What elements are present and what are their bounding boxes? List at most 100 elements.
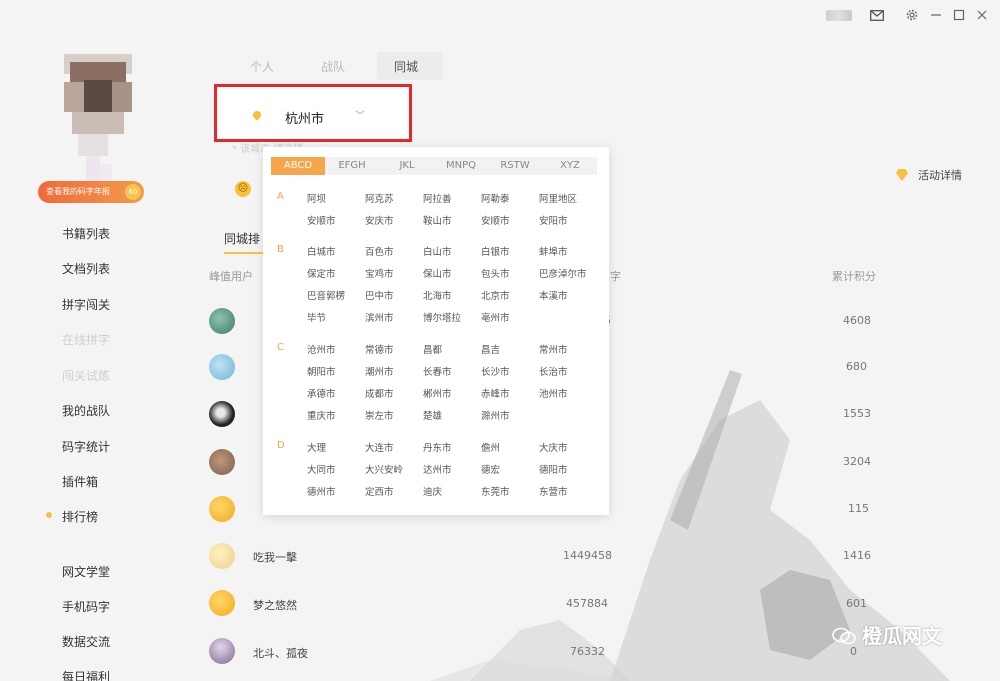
city-option[interactable]: 毕节 [307,310,326,324]
city-option[interactable]: 安庆市 [365,213,394,227]
tab-personal[interactable]: 个人 [250,58,274,75]
user-avatar[interactable] [209,638,235,664]
sidebar-item-spelling-challenge[interactable]: 拼字闯关 [62,296,110,313]
avatar[interactable] [64,54,132,192]
user-avatar[interactable] [209,308,235,334]
city-option[interactable]: 保山市 [423,266,452,280]
city-option[interactable]: 常德市 [365,342,394,356]
city-option[interactable]: 长春市 [423,364,452,378]
city-option[interactable]: 东莞市 [481,484,510,498]
sidebar-item-books[interactable]: 书籍列表 [62,225,110,242]
city-option[interactable]: 崇左市 [365,408,394,422]
city-option[interactable]: 阿坝 [307,191,326,205]
city-option[interactable]: 长治市 [539,364,568,378]
city-option[interactable]: 池州市 [539,386,568,400]
user-avatar[interactable] [209,590,235,616]
maximize-icon[interactable] [949,5,969,25]
city-option[interactable]: 巴中市 [365,288,394,302]
city-option[interactable]: 迪庆 [423,484,442,498]
city-option[interactable]: 常州市 [539,342,568,356]
city-option[interactable]: 包头市 [481,266,510,280]
city-option[interactable]: 丹东市 [423,440,452,454]
city-option[interactable]: 宝鸡市 [365,266,394,280]
city-option[interactable]: 阿拉善 [423,191,452,205]
dropdown-tab-rstw[interactable]: RSTW [488,157,542,175]
dropdown-tab-abcd[interactable]: ABCD [271,157,325,175]
city-option[interactable]: 白城市 [307,244,336,258]
city-option[interactable]: 郴州市 [423,386,452,400]
city-option[interactable]: 白银市 [481,244,510,258]
city-option[interactable]: 安顺市 [481,213,510,227]
tab-team[interactable]: 战队 [321,58,345,75]
city-option[interactable]: 大兴安岭 [365,462,403,476]
city-option[interactable]: 安阳市 [539,213,568,227]
city-option[interactable]: 亳州市 [481,310,510,324]
dropdown-tab-efgh[interactable]: EFGH [325,157,379,175]
city-option[interactable]: 达州市 [423,462,452,476]
city-option[interactable]: 赤峰市 [481,386,510,400]
sidebar-item-ranking[interactable]: 排行榜 [62,508,98,525]
city-option[interactable]: 保定市 [307,266,336,280]
mail-icon[interactable] [867,5,887,25]
city-option[interactable]: 白山市 [423,244,452,258]
city-option[interactable]: 阿勒泰 [481,191,510,205]
user-avatar[interactable] [209,543,235,569]
city-option[interactable]: 北海市 [423,288,452,302]
sidebar-item-data-exchange[interactable]: 数据交流 [62,633,110,650]
tab-same-city[interactable]: 同城 [394,58,418,75]
city-option[interactable]: 北京市 [481,288,510,302]
city-option[interactable]: 本溪市 [539,288,568,302]
city-option[interactable]: 承德市 [307,386,336,400]
sidebar-item-online-spelling[interactable]: 在线拼字 [62,331,110,348]
city-option[interactable]: 朝阳市 [307,364,336,378]
user-avatar[interactable] [209,496,235,522]
user-avatar[interactable] [209,449,235,475]
gear-icon[interactable] [902,5,922,25]
city-option[interactable]: 百色市 [365,244,394,258]
user-avatar[interactable] [209,401,235,427]
city-option[interactable]: 阿里地区 [539,191,577,205]
city-option[interactable]: 德宏 [481,462,500,476]
city-option[interactable]: 滨州市 [365,310,394,324]
city-option[interactable]: 巴彦淖尔市 [539,266,587,280]
city-option[interactable]: 博尔塔拉 [423,310,461,324]
city-option[interactable]: 定西市 [365,484,394,498]
city-option[interactable]: 蚌埠市 [539,244,568,258]
sidebar-item-mobile-writing[interactable]: 手机码字 [62,598,110,615]
city-option[interactable]: 德州市 [307,484,336,498]
dropdown-tab-xyz[interactable]: XYZ [543,157,597,175]
tab-city-ranking[interactable]: 同城排 [224,230,260,247]
vip-report-badge[interactable]: 查看我的码字年报 60 [38,181,144,203]
city-option[interactable]: 巴音郭楞 [307,288,345,302]
sidebar-item-word-stats[interactable]: 码字统计 [62,438,110,455]
city-option[interactable]: 大理 [307,440,326,454]
sidebar-item-my-team[interactable]: 我的战队 [62,402,110,419]
city-option[interactable]: 大连市 [365,440,394,454]
user-avatar[interactable] [209,354,235,380]
city-option[interactable]: 安顺市 [307,213,336,227]
minimize-icon[interactable] [926,5,946,25]
city-option[interactable]: 楚雄 [423,408,442,422]
sidebar-item-daily-bonus[interactable]: 每日福利 [62,668,110,681]
city-option[interactable]: 大庆市 [539,440,568,454]
city-option[interactable]: 阿克苏 [365,191,394,205]
city-option[interactable]: 沧州市 [307,342,336,356]
city-option[interactable]: 儋州 [481,440,500,454]
city-option[interactable]: 长沙市 [481,364,510,378]
city-option[interactable]: 成都市 [365,386,394,400]
city-option[interactable]: 潮州市 [365,364,394,378]
city-option[interactable]: 鞍山市 [423,213,452,227]
city-option[interactable]: 昌都 [423,342,442,356]
city-option[interactable]: 东营市 [539,484,568,498]
city-option[interactable]: 重庆市 [307,408,336,422]
city-option[interactable]: 滁州市 [481,408,510,422]
close-icon[interactable] [972,5,992,25]
city-selector[interactable]: 杭州市 ﹀ [214,84,412,142]
sidebar-item-academy[interactable]: 网文学堂 [62,563,110,580]
sidebar-item-trial[interactable]: 闯关试炼 [62,367,110,384]
city-option[interactable]: 大同市 [307,462,336,476]
sidebar-item-plugins[interactable]: 插件箱 [62,473,98,490]
activity-details-link[interactable]: 活动详情 [896,167,962,183]
sidebar-item-documents[interactable]: 文档列表 [62,260,110,277]
city-option[interactable]: 昌吉 [481,342,500,356]
